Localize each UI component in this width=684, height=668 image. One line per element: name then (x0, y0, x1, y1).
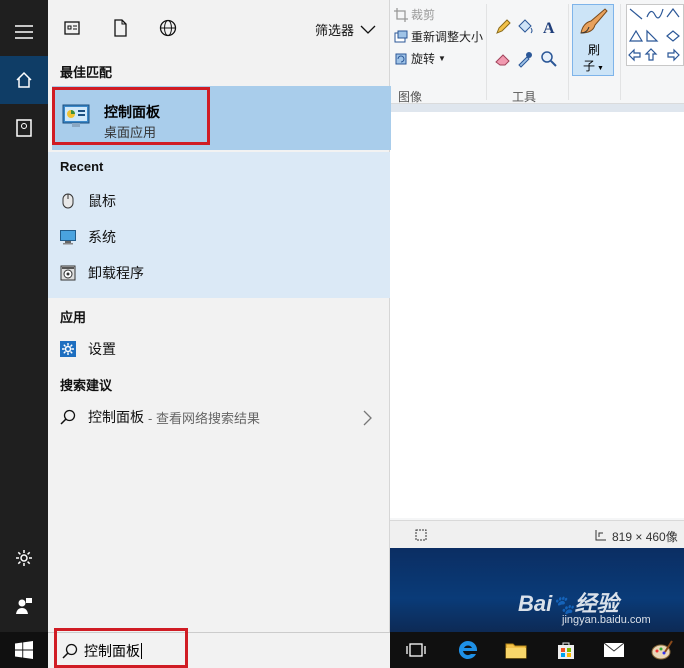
watermark-url: jingyan.baidu.com (562, 614, 651, 626)
selection-size-icon (415, 529, 427, 541)
chevron-right-icon[interactable] (362, 410, 372, 426)
start-button[interactable] (0, 632, 48, 668)
recent-item-mouse[interactable]: 鼠标 (48, 183, 390, 219)
hamburger-menu-button[interactable] (0, 8, 48, 56)
recent-item-label: 卸载程序 (88, 265, 144, 281)
home-button[interactable] (0, 56, 48, 104)
image-size-icon (595, 530, 606, 541)
resize-icon (394, 30, 408, 42)
windows-logo-icon (15, 641, 33, 659)
chevron-down-icon[interactable] (360, 25, 376, 35)
rotate-dropdown-icon: ▼ (438, 54, 446, 63)
user-feedback-icon (16, 598, 32, 614)
image-group-label: 图像 (398, 90, 423, 104)
monitor-icon (60, 229, 76, 245)
pencil-icon[interactable] (494, 18, 512, 36)
annotation-highlight-search (54, 628, 188, 668)
svg-text:A: A (543, 20, 555, 36)
store-icon (558, 642, 574, 659)
shapes-gallery[interactable] (626, 4, 684, 66)
shapes-icon (628, 8, 680, 62)
crop-button[interactable]: 裁剪 (394, 6, 435, 23)
brush-icon (580, 8, 608, 34)
paint-window: 裁剪 重新调整大小 旋转 ▼ 图像 A 工具 刷 子 ▼ 819 × 460像 (390, 0, 684, 548)
fill-bucket-icon[interactable] (516, 18, 534, 36)
paw-icon: 🐾 (552, 595, 575, 615)
annotation-highlight-best-match (52, 87, 210, 145)
recent-item-label: 鼠标 (88, 193, 116, 209)
mail-button[interactable] (592, 632, 636, 668)
recent-header: Recent (60, 159, 104, 174)
brush-label-1: 刷 (588, 43, 601, 57)
mail-icon (603, 642, 625, 657)
rotate-button[interactable]: 旋转 ▼ (394, 50, 446, 67)
color-picker-icon[interactable] (516, 50, 534, 68)
best-match-header: 最佳匹配 (60, 65, 113, 80)
paint-ribbon: 裁剪 重新调整大小 旋转 ▼ 图像 A 工具 刷 子 ▼ (390, 0, 684, 104)
rotate-icon (395, 53, 407, 64)
edge-icon (458, 640, 478, 659)
crop-icon (394, 7, 408, 22)
settings-button[interactable] (0, 534, 48, 582)
brush-label-2: 子 ▼ (583, 59, 604, 73)
app-item-settings[interactable]: 设置 (48, 331, 390, 367)
suggestion-item[interactable]: 控制面板 - 查看网络搜索结果 (48, 399, 390, 435)
paint-statusbar: 819 × 460像 (390, 520, 684, 548)
paint-icon (651, 640, 673, 660)
rotate-label: 旋转 (411, 52, 436, 66)
recent-item-uninstall[interactable]: 卸载程序 (48, 255, 390, 291)
task-view-button[interactable] (394, 632, 438, 668)
resize-button[interactable]: 重新调整大小 (394, 28, 483, 45)
crop-label: 裁剪 (411, 8, 436, 22)
home-icon (16, 71, 32, 88)
resize-label: 重新调整大小 (411, 30, 484, 44)
recent-item-label: 系统 (88, 229, 116, 245)
web-filter-icon[interactable] (158, 18, 178, 38)
apps-header: 应用 (60, 310, 87, 325)
user-feedback-button[interactable] (0, 582, 48, 630)
task-view-icon (406, 643, 426, 657)
apps-filter-icon[interactable] (62, 18, 82, 38)
paint-button[interactable] (640, 632, 684, 668)
documents-filter-icon[interactable] (110, 18, 130, 38)
store-button[interactable] (544, 632, 588, 668)
filter-bar: 筛选器 (48, 0, 390, 56)
file-explorer-icon (505, 643, 527, 659)
suggestion-sublabel: - 查看网络搜索结果 (148, 410, 260, 426)
paint-canvas[interactable] (390, 104, 684, 518)
settings-app-icon (60, 341, 76, 357)
eraser-icon[interactable] (494, 50, 512, 68)
suggestions-header: 搜索建议 (60, 378, 113, 393)
suggestion-label: 控制面板 (88, 409, 144, 425)
gear-icon (16, 550, 32, 566)
uninstall-icon (60, 265, 76, 281)
image-dimensions: 819 × 460像 (612, 530, 678, 544)
desktop-wallpaper: Bai🐾经验 jingyan.baidu.com (390, 548, 684, 632)
magnifier-icon[interactable] (540, 50, 558, 68)
app-item-label: 设置 (88, 341, 116, 357)
recent-item-system[interactable]: 系统 (48, 219, 390, 255)
notebook-button[interactable] (0, 104, 48, 152)
search-icon (60, 409, 76, 425)
notebook-icon (16, 119, 32, 137)
filter-dropdown-label[interactable]: 筛选器 (315, 20, 354, 39)
text-tool-icon[interactable]: A (540, 18, 558, 36)
brushes-button[interactable]: 刷 子 ▼ (572, 4, 614, 76)
edge-button[interactable] (446, 632, 490, 668)
ribbon-divider (486, 4, 487, 100)
hamburger-icon (15, 25, 33, 39)
ribbon-divider (620, 4, 621, 100)
tools-group-label: 工具 (512, 90, 537, 104)
file-explorer-button[interactable] (494, 632, 538, 668)
start-left-rail (0, 0, 48, 632)
mouse-icon (60, 193, 76, 209)
ribbon-divider (568, 4, 569, 100)
